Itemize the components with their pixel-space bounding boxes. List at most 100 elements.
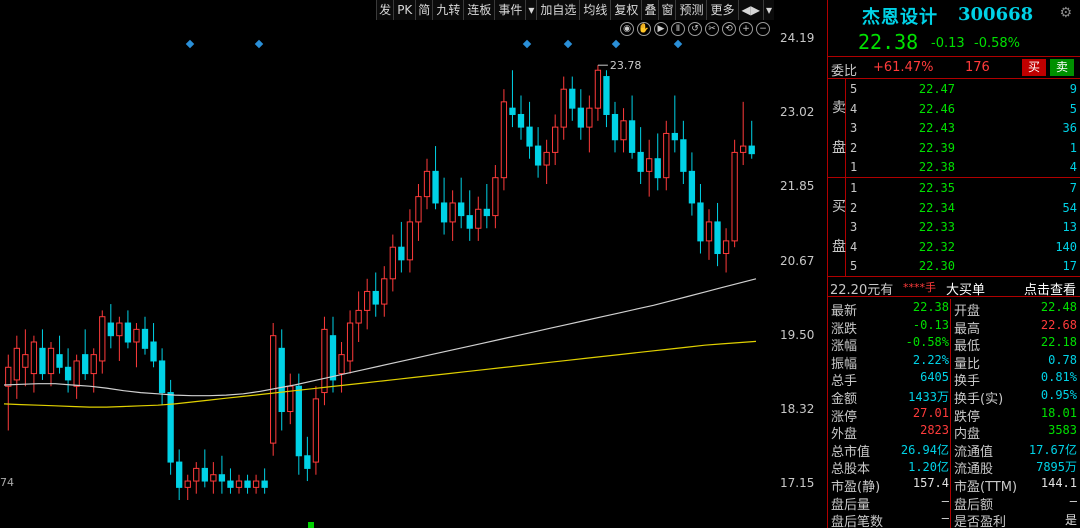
candle[interactable] — [389, 234, 396, 292]
bid-row[interactable]: 2 22.34 54 — [828, 198, 1080, 218]
candle[interactable] — [116, 316, 123, 361]
candle[interactable] — [663, 120, 670, 191]
toolbar-button[interactable]: 简 — [415, 0, 432, 20]
eye-icon[interactable]: ◉ — [620, 22, 634, 36]
candle[interactable] — [295, 373, 302, 475]
candle[interactable] — [176, 449, 183, 500]
candle[interactable] — [39, 329, 46, 380]
event-marker-icon[interactable] — [673, 39, 683, 49]
candle[interactable] — [415, 184, 422, 241]
candle[interactable] — [99, 310, 106, 374]
candle[interactable] — [5, 354, 12, 431]
candle[interactable] — [586, 95, 593, 153]
candle[interactable] — [722, 228, 730, 273]
ask-row[interactable]: 4 22.46 5 — [828, 99, 1080, 119]
toolbar-button[interactable]: 窗 — [658, 0, 675, 20]
toolbar-button[interactable]: ▾ — [762, 0, 774, 20]
candle[interactable] — [423, 158, 431, 210]
candle[interactable] — [73, 354, 80, 399]
sell-button[interactable]: 卖 — [1050, 59, 1074, 76]
candle[interactable] — [731, 139, 738, 248]
bid-row[interactable]: 5 22.30 17 — [828, 256, 1080, 276]
bid-row[interactable]: 1 22.35 7 — [828, 178, 1080, 198]
buy-button[interactable]: 买 — [1022, 59, 1046, 76]
candle[interactable] — [654, 133, 661, 191]
candle[interactable] — [287, 373, 294, 425]
candle[interactable] — [13, 335, 20, 399]
candle[interactable] — [628, 95, 636, 159]
toolbar-button[interactable]: 均线 — [579, 0, 610, 20]
candle[interactable] — [133, 323, 140, 368]
candle[interactable] — [261, 468, 268, 494]
toolbar-button[interactable]: 发 — [376, 0, 393, 20]
candle[interactable] — [569, 76, 576, 121]
candle[interactable] — [381, 266, 388, 317]
candle[interactable] — [543, 139, 550, 184]
ask-row[interactable]: 2 22.39 1 — [828, 138, 1080, 158]
play-icon[interactable]: ▶ — [654, 22, 668, 36]
candle[interactable] — [406, 209, 414, 273]
ask-row[interactable]: 3 22.43 36 — [828, 118, 1080, 138]
candle[interactable] — [560, 76, 567, 140]
candle[interactable] — [22, 329, 29, 387]
zoom-in-icon[interactable]: + — [739, 22, 753, 36]
candle[interactable] — [56, 335, 63, 374]
candle[interactable] — [312, 386, 320, 475]
candle[interactable] — [141, 316, 149, 355]
hand-icon[interactable]: ✋ — [637, 22, 651, 36]
candle[interactable] — [158, 348, 166, 406]
candle[interactable] — [201, 449, 208, 488]
stock-code[interactable]: 300668 — [958, 4, 1033, 25]
candle[interactable] — [526, 101, 533, 159]
event-marker-icon[interactable] — [185, 39, 195, 49]
toolbar-button[interactable]: 事件 — [494, 0, 525, 20]
candle[interactable] — [577, 89, 584, 140]
candle[interactable] — [748, 120, 755, 159]
candle[interactable] — [671, 95, 678, 153]
view-big-order-link[interactable]: 点击查看 — [1024, 279, 1076, 298]
candle[interactable] — [218, 455, 226, 494]
toolbar-button[interactable]: 更多 — [706, 0, 737, 20]
stock-name[interactable]: 杰恩设计 — [862, 3, 938, 29]
candle[interactable] — [688, 152, 696, 216]
candle[interactable] — [492, 165, 499, 229]
toolbar-button[interactable]: 九转 — [432, 0, 463, 20]
candle[interactable] — [346, 310, 354, 374]
ask-row[interactable]: 1 22.38 4 — [828, 157, 1080, 177]
candle[interactable] — [278, 329, 285, 431]
scissors-icon[interactable]: ✂ — [705, 22, 719, 36]
candle[interactable] — [534, 127, 542, 178]
candle[interactable] — [321, 316, 328, 406]
undo-icon[interactable]: ↺ — [688, 22, 702, 36]
toolbar-button[interactable]: ◀▶ — [737, 0, 763, 20]
candle[interactable] — [637, 127, 644, 184]
toolbar-button[interactable]: 复权 — [610, 0, 641, 20]
candle[interactable] — [705, 209, 713, 260]
bid-row[interactable]: 4 22.32 140 — [828, 237, 1080, 257]
candle[interactable] — [184, 474, 191, 500]
candle[interactable] — [611, 101, 619, 153]
candle[interactable] — [458, 177, 465, 229]
candle[interactable] — [329, 316, 337, 393]
candle[interactable] — [47, 342, 55, 387]
kline-chart[interactable]: 23.78 — [0, 0, 826, 528]
candle[interactable] — [449, 190, 456, 241]
candle[interactable] — [483, 184, 490, 229]
candle[interactable] — [466, 190, 473, 241]
candle[interactable] — [107, 304, 114, 349]
candle[interactable] — [252, 474, 260, 494]
kline-chart-area[interactable]: 23.78 24.19 23.02 21.85 20.67 19.50 18.32 17.1… — [0, 0, 826, 528]
candle[interactable] — [244, 474, 251, 494]
candle[interactable] — [304, 436, 311, 482]
event-marker-icon[interactable] — [254, 39, 264, 49]
candle[interactable] — [82, 329, 89, 380]
candle[interactable] — [552, 114, 559, 166]
candle[interactable] — [227, 468, 234, 494]
toolbar-button[interactable]: 预测 — [675, 0, 706, 20]
candle[interactable] — [594, 65, 602, 121]
candle[interactable] — [740, 101, 747, 166]
ask-row[interactable]: 5 22.47 9 — [828, 79, 1080, 99]
candle[interactable] — [697, 184, 704, 254]
bid-row[interactable]: 3 22.33 13 — [828, 217, 1080, 237]
candle[interactable] — [398, 221, 405, 273]
